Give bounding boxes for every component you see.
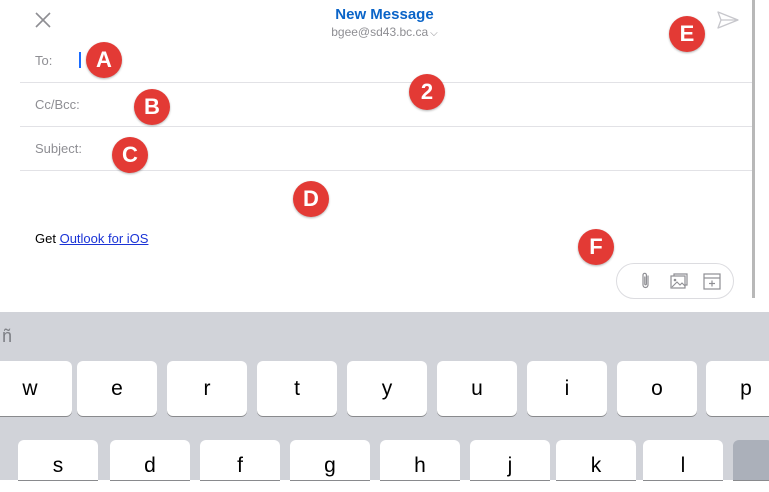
annotation-badge-d: D: [293, 181, 329, 217]
key-w[interactable]: w: [0, 361, 72, 416]
photo-icon: [670, 273, 688, 289]
cc-bcc-field[interactable]: Cc/Bcc:: [20, 83, 752, 127]
key-l[interactable]: l: [643, 440, 723, 480]
paperclip-icon: [642, 272, 649, 289]
scrollbar[interactable]: [752, 0, 755, 298]
annotation-badge-a: A: [86, 42, 122, 78]
compose-toolbar: [616, 263, 734, 299]
attach-file-button[interactable]: [635, 270, 657, 292]
attach-photo-button[interactable]: [668, 270, 690, 292]
subject-label: Subject:: [35, 141, 82, 156]
to-label: To:: [35, 53, 53, 68]
account-selector[interactable]: bgee@sd43.bc.ca ⌵: [0, 25, 769, 39]
account-email: bgee@sd43.bc.ca: [331, 25, 429, 39]
key-return[interactable]: [733, 440, 769, 480]
add-calendar-button[interactable]: [701, 270, 723, 292]
text-cursor: [79, 52, 81, 68]
signature-prefix: Get: [35, 231, 60, 246]
send-icon: [717, 11, 739, 29]
page-title: New Message: [335, 6, 434, 23]
annotation-badge-e: E: [669, 16, 705, 52]
calendar-icon: [703, 273, 721, 290]
key-s[interactable]: s: [18, 440, 98, 480]
compose-view: New Message bgee@sd43.bc.ca ⌵ To: Cc/Bcc:…: [0, 0, 769, 312]
on-screen-keyboard: ñ w e r t y u i o p s d f g h j k l: [0, 312, 769, 480]
cc-bcc-label: Cc/Bcc:: [35, 97, 80, 112]
to-field[interactable]: To:: [20, 39, 752, 83]
key-h[interactable]: h: [380, 440, 460, 480]
key-r[interactable]: r: [167, 361, 247, 416]
key-e[interactable]: e: [77, 361, 157, 416]
key-i[interactable]: i: [527, 361, 607, 416]
chevron-down-icon: ⌵: [430, 28, 438, 39]
key-u[interactable]: u: [437, 361, 517, 416]
key-f[interactable]: f: [200, 440, 280, 480]
key-y[interactable]: y: [347, 361, 427, 416]
annotation-badge-f: F: [578, 229, 614, 265]
message-body-signature[interactable]: Get Outlook for iOS: [35, 231, 148, 246]
annotation-badge-2: 2: [409, 74, 445, 110]
annotation-badge-b: B: [134, 89, 170, 125]
key-t[interactable]: t: [257, 361, 337, 416]
send-button[interactable]: [716, 9, 740, 31]
key-k[interactable]: k: [556, 440, 636, 480]
outlook-ios-link[interactable]: Outlook for iOS: [60, 231, 149, 246]
key-p[interactable]: p: [706, 361, 769, 416]
key-j[interactable]: j: [470, 440, 550, 480]
keyboard-suggestion-glyph: ñ: [2, 326, 13, 346]
key-g[interactable]: g: [290, 440, 370, 480]
key-d[interactable]: d: [110, 440, 190, 480]
annotation-badge-c: C: [112, 137, 148, 173]
key-o[interactable]: o: [617, 361, 697, 416]
